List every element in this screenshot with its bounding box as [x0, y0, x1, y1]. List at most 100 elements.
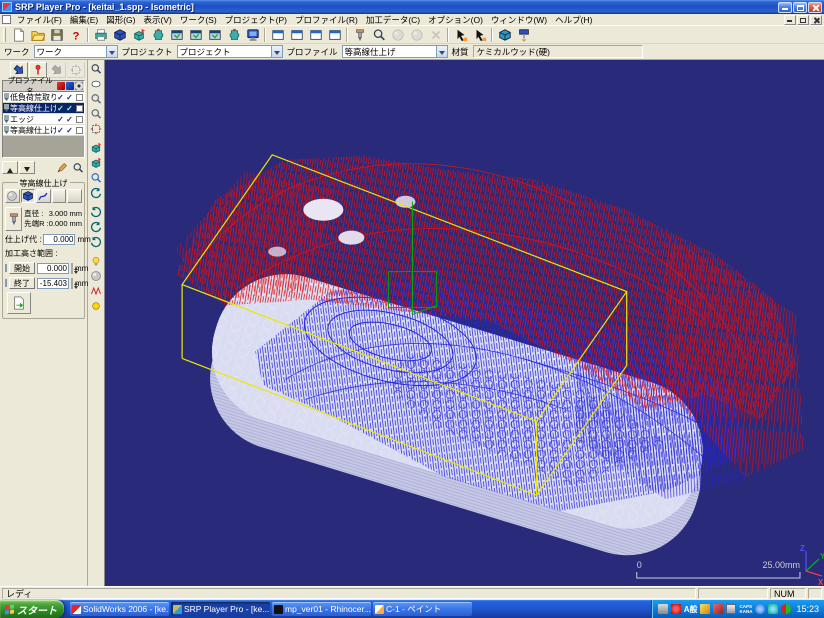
- work-combo[interactable]: ワーク: [34, 45, 118, 58]
- blank-mode-button-1[interactable]: [52, 189, 67, 203]
- material-pot-button[interactable]: [148, 26, 167, 43]
- minimize-button[interactable]: [778, 2, 792, 13]
- curve-mode-button[interactable]: [36, 189, 51, 203]
- ime-mode-indicator[interactable]: A般: [684, 604, 698, 615]
- rotate-right-button[interactable]: [89, 235, 104, 249]
- menu-file[interactable]: ファイル(F): [13, 14, 66, 26]
- tray-network-icon[interactable]: [768, 604, 778, 614]
- light-toggle-button[interactable]: [89, 254, 104, 268]
- task-paint[interactable]: C-1 - ペイント: [373, 602, 472, 616]
- tray-app-icon-2[interactable]: [713, 604, 723, 614]
- sphere-mode-button[interactable]: [5, 189, 20, 203]
- menu-window[interactable]: ウィンドウ(W): [487, 14, 551, 26]
- profile-row[interactable]: 低負荷荒取り ✓ ✓: [3, 92, 84, 103]
- mdi-restore-button[interactable]: [797, 15, 809, 25]
- visibility-checkbox[interactable]: [76, 127, 83, 134]
- menu-shape[interactable]: 図形(G): [102, 14, 139, 26]
- export-model-button[interactable]: [495, 26, 514, 43]
- chevron-down-icon[interactable]: [436, 46, 447, 57]
- new-file-button[interactable]: [9, 26, 28, 43]
- mdi-document-icon[interactable]: [2, 15, 11, 24]
- pan-button[interactable]: [89, 186, 104, 200]
- rotate-left-button[interactable]: [89, 220, 104, 234]
- wireframe-view-button[interactable]: [89, 284, 104, 298]
- edit-note-button[interactable]: [54, 161, 69, 174]
- profile-combo[interactable]: 等高線仕上げ: [342, 45, 448, 58]
- mdi-minimize-button[interactable]: [784, 15, 796, 25]
- workpiece-cube-button[interactable]: [110, 26, 129, 43]
- tray-app-icon-1[interactable]: [700, 604, 710, 614]
- zoom-window-button[interactable]: [89, 107, 104, 121]
- start-range-checkbox[interactable]: [5, 264, 7, 272]
- visibility-checkbox[interactable]: [76, 94, 83, 101]
- update-window-button[interactable]: [186, 26, 205, 43]
- start-cutting-button[interactable]: [514, 26, 533, 43]
- tool-select-button[interactable]: [5, 207, 22, 231]
- preview-screen-button[interactable]: [243, 26, 262, 43]
- tray-status-icon[interactable]: [781, 604, 791, 614]
- panel-copy-button[interactable]: [306, 26, 325, 43]
- save-file-button[interactable]: [47, 26, 66, 43]
- menu-edit[interactable]: 編集(E): [66, 14, 102, 26]
- allowance-input[interactable]: [43, 234, 75, 245]
- panel-button[interactable]: [268, 26, 287, 43]
- close-button[interactable]: [808, 2, 822, 13]
- tray-app-icon-3[interactable]: [726, 604, 736, 614]
- rotate-cube-button-1[interactable]: [89, 141, 104, 155]
- shaded-view-button[interactable]: [89, 269, 104, 283]
- end-spinner[interactable]: [71, 278, 73, 289]
- end-height-input[interactable]: [37, 278, 69, 289]
- cube-mode-button[interactable]: [21, 189, 36, 203]
- task-solidworks[interactable]: SolidWorks 2006 - [ke...: [70, 602, 169, 616]
- profile-row-selected[interactable]: 等高線仕上げ ✓ ✓: [3, 103, 84, 114]
- start-spinner[interactable]: [71, 263, 73, 274]
- rotate-cube-button-2[interactable]: [89, 156, 104, 170]
- title-bar[interactable]: SRP Player Pro - [keitai_1.spp - Isometr…: [0, 0, 824, 14]
- end-button[interactable]: 終了: [9, 277, 35, 289]
- fit-to-screen-button[interactable]: [89, 122, 104, 136]
- start-button[interactable]: スタート: [0, 600, 64, 618]
- menu-cutting-data[interactable]: 加工データ(C): [362, 14, 424, 26]
- start-height-input[interactable]: [37, 263, 69, 274]
- start-button[interactable]: 開始: [9, 262, 35, 274]
- move-row-down-button[interactable]: [19, 161, 35, 174]
- blank-mode-button-2[interactable]: [67, 189, 82, 203]
- zoom-ellipse-button[interactable]: [89, 77, 104, 91]
- tray-language-icon[interactable]: [755, 604, 765, 614]
- open-file-button[interactable]: [28, 26, 47, 43]
- view-magnifier-button[interactable]: [369, 26, 388, 43]
- move-row-up-button[interactable]: [2, 161, 18, 174]
- pick-cursor-1-button[interactable]: [451, 26, 470, 43]
- viewport-3d-canvas[interactable]: 0 25.00mm Z Y X: [105, 60, 824, 586]
- browse-log-button[interactable]: [70, 161, 85, 174]
- task-rhinoceros[interactable]: mp_ver01 - Rhinocer...: [272, 602, 371, 616]
- profile-row[interactable]: 等高線仕上げ1 ✓ ✓: [3, 125, 84, 136]
- task-srp-player[interactable]: SRP Player Pro - [ke...: [171, 602, 270, 616]
- end-range-checkbox[interactable]: [5, 279, 7, 287]
- menu-options[interactable]: オプション(O): [424, 14, 487, 26]
- visibility-checkbox[interactable]: [76, 105, 83, 112]
- chevron-down-icon[interactable]: [106, 46, 117, 57]
- output-toolpath-button[interactable]: [7, 292, 31, 314]
- profile-row[interactable]: エッジ ✓ ✓: [3, 114, 84, 125]
- cut-model-window-button[interactable]: [205, 26, 224, 43]
- menu-project[interactable]: プロジェクト(P): [221, 14, 291, 26]
- print-output-button[interactable]: [91, 26, 110, 43]
- panel-update-button[interactable]: [287, 26, 306, 43]
- tray-alert-icon[interactable]: [671, 604, 681, 614]
- toolbar-grip[interactable]: [3, 28, 6, 42]
- menu-profile[interactable]: プロファイル(R): [291, 14, 362, 26]
- zoom-previous-button[interactable]: [89, 92, 104, 106]
- menu-view[interactable]: 表示(V): [139, 14, 175, 26]
- zoom-in-button[interactable]: [89, 62, 104, 76]
- visibility-checkbox[interactable]: [76, 116, 83, 123]
- pot-window-button[interactable]: [224, 26, 243, 43]
- project-combo[interactable]: プロジェクト: [177, 45, 283, 58]
- zoom-dynamic-button[interactable]: [89, 171, 104, 185]
- point-display-button[interactable]: [89, 299, 104, 313]
- mdi-close-button[interactable]: [810, 15, 822, 25]
- pick-cursor-2-button[interactable]: [470, 26, 489, 43]
- model-window-button[interactable]: [167, 26, 186, 43]
- tool-settings-button[interactable]: [350, 26, 369, 43]
- panel-pot-button[interactable]: [325, 26, 344, 43]
